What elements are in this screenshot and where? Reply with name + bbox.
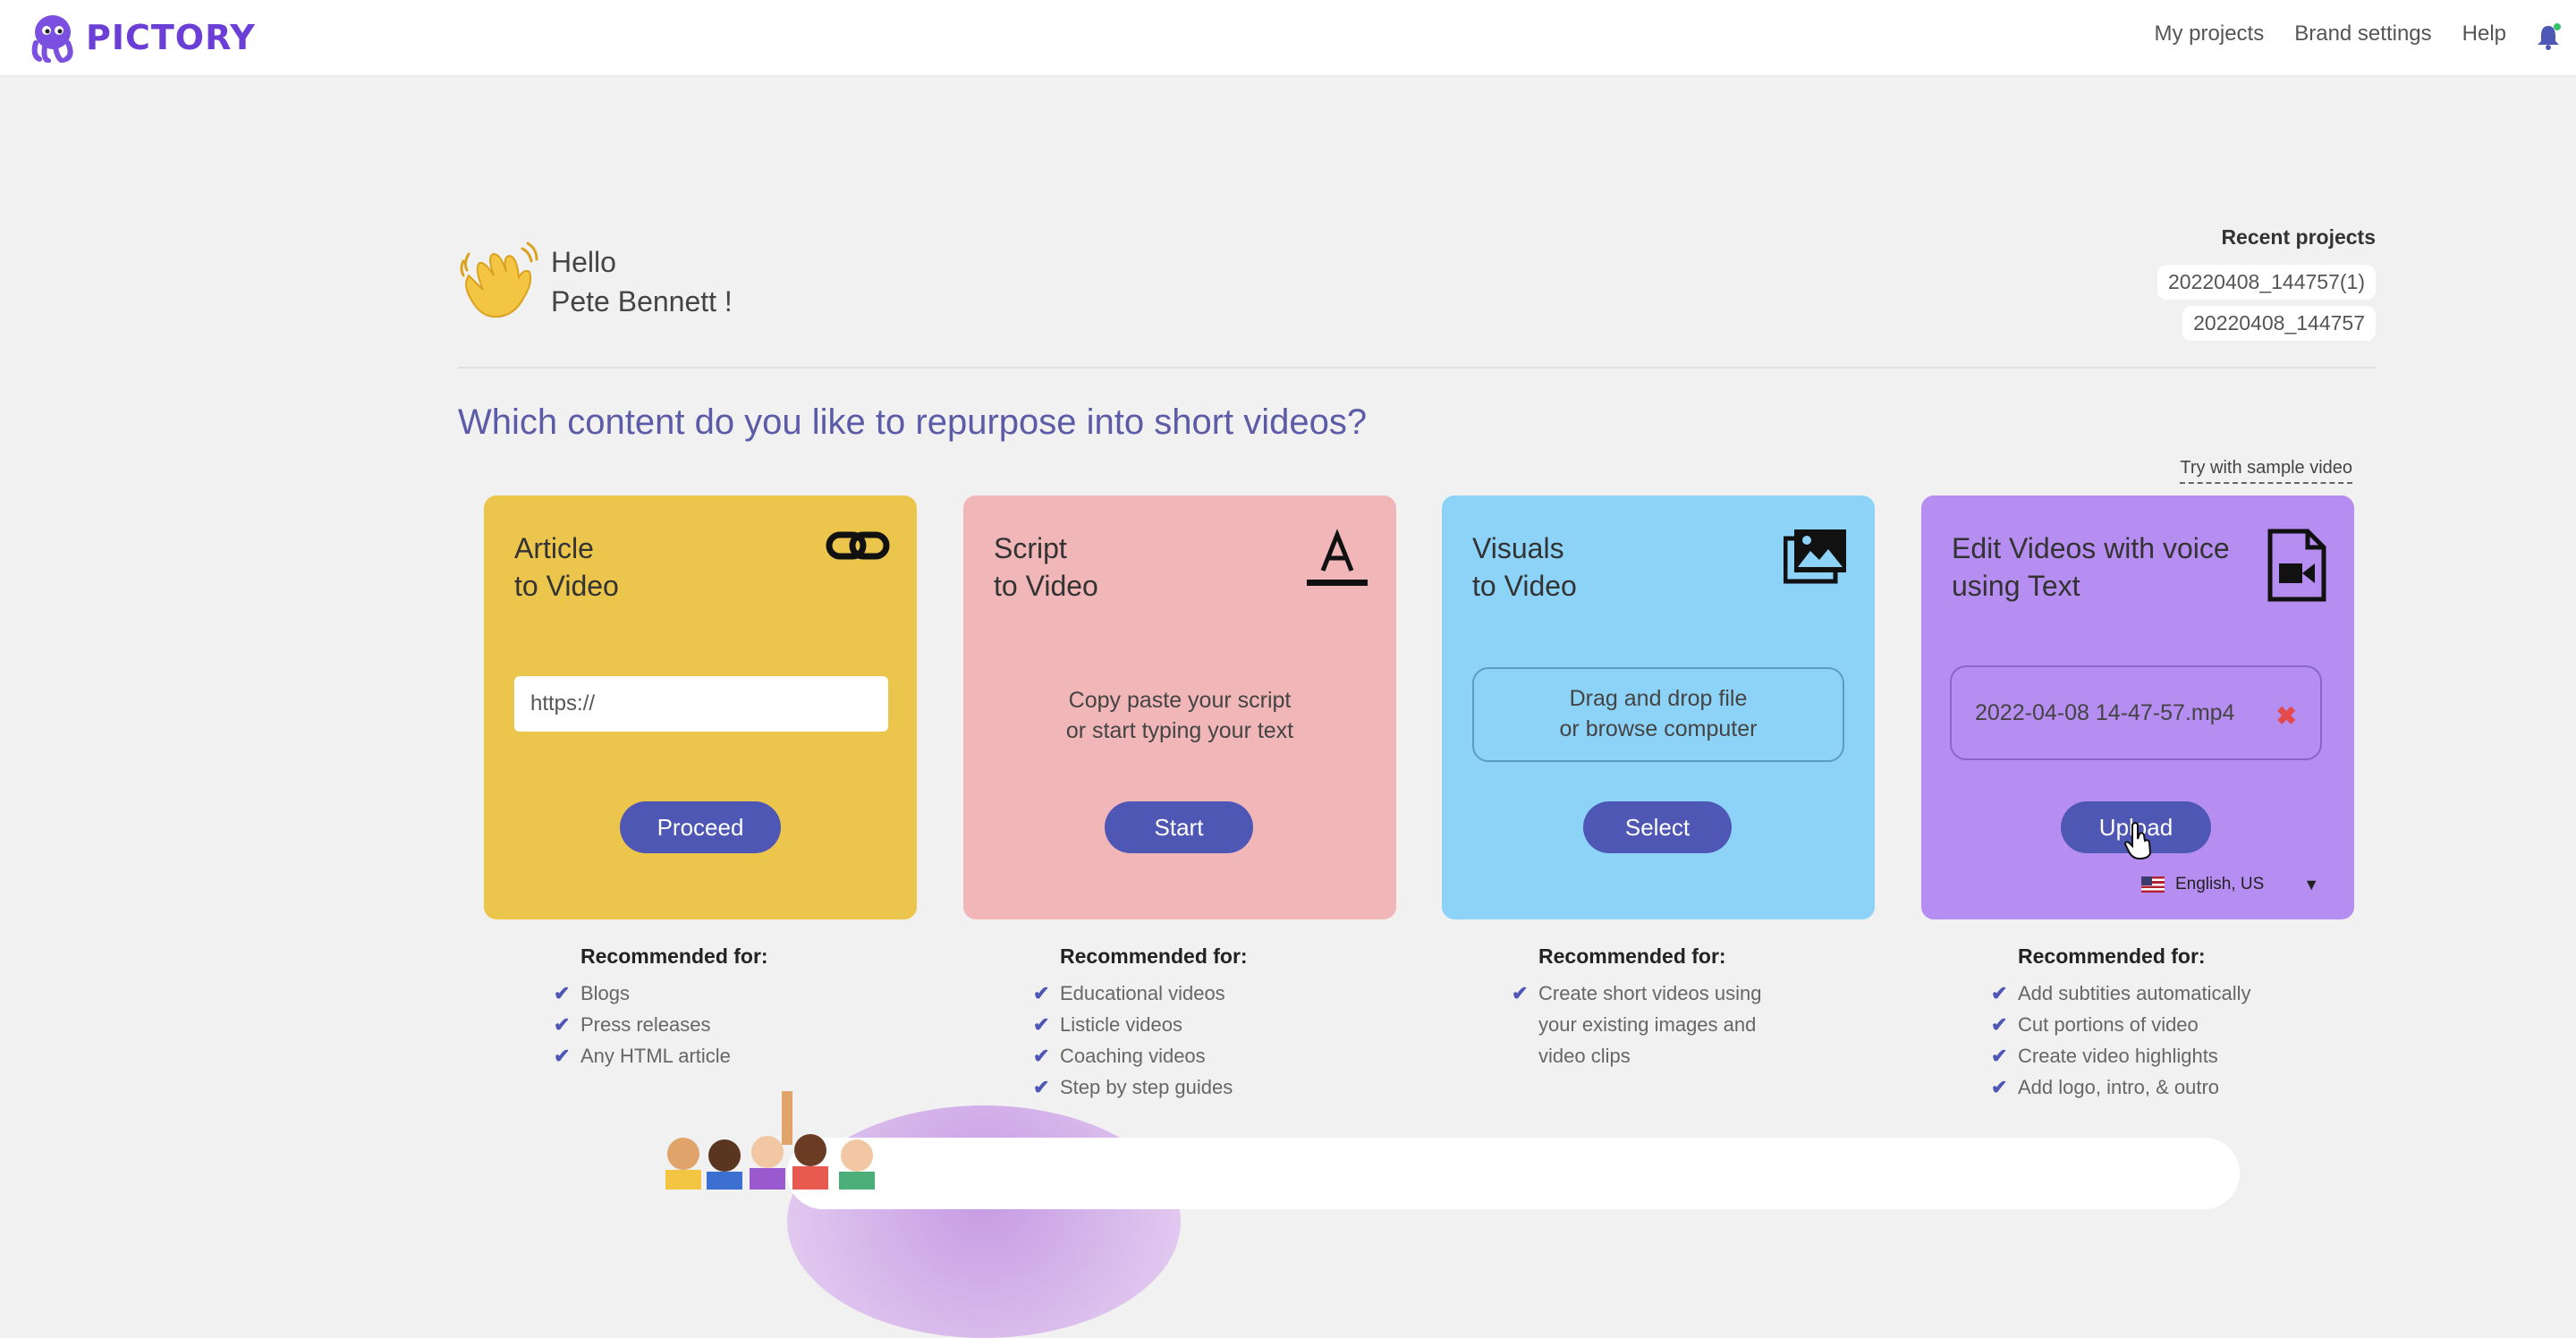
pictory-logo[interactable]: PICTORY xyxy=(29,11,256,64)
dropzone-text-line1: Drag and drop file xyxy=(1569,686,1748,711)
try-sample-video-link[interactable]: Try with sample video xyxy=(2180,458,2352,484)
recommended-title: Recommended for: xyxy=(2018,944,2206,968)
recommended-title: Recommended for: xyxy=(1538,944,1726,968)
list-item: ✔ Educational videos xyxy=(1033,978,1396,1009)
uploaded-file-box: 2022-04-08 14-47-57.mp4 ✖ xyxy=(1950,665,2322,760)
us-flag-icon xyxy=(2141,876,2165,893)
list-item: ✔ Coaching videos xyxy=(1033,1040,1396,1071)
uploaded-file-name: 2022-04-08 14-47-57.mp4 xyxy=(1975,699,2235,725)
check-icon: ✔ xyxy=(554,982,571,1004)
recommended-list-script: Recommended for: ✔ Educational videos ✔ Li… xyxy=(963,944,1396,1103)
visuals-to-video-card: Visuals to Video Drag and drop file or b… xyxy=(1442,495,1875,919)
list-item: your existing images and xyxy=(1538,1013,1757,1036)
check-icon: ✔ xyxy=(1991,982,2008,1004)
proceed-button[interactable]: Proceed xyxy=(620,801,781,853)
check-icon: ✔ xyxy=(1512,982,1529,1004)
start-button[interactable]: Start xyxy=(1105,801,1253,853)
recommended-list-article: Recommended for: ✔ Blogs ✔ Press releases … xyxy=(484,944,917,1071)
recommended-title: Recommended for: xyxy=(580,944,768,968)
language-label: English, US xyxy=(2175,875,2265,893)
list-item: ✔ Cut portions of video xyxy=(1991,1009,2354,1040)
check-icon: ✔ xyxy=(1991,1045,2008,1067)
top-nav: My projects Brand settings Help xyxy=(2155,21,2506,47)
card-title-line2: to Video xyxy=(994,570,1098,602)
video-file-icon xyxy=(2267,529,2326,602)
list-item: ✔ Add logo, intro, & outro xyxy=(1991,1071,2354,1103)
nav-my-projects[interactable]: My projects xyxy=(2155,21,2265,47)
language-selector[interactable]: English, US ▼ xyxy=(2141,875,2319,894)
check-icon: ✔ xyxy=(554,1045,571,1067)
top-bar: PICTORY My projects Brand settings Help xyxy=(0,0,2576,77)
script-instructions-line1: Copy paste your script xyxy=(1068,688,1292,713)
card-title-line2: to Video xyxy=(514,570,619,602)
check-icon: ✔ xyxy=(1033,1076,1050,1098)
card-title-line1: Script xyxy=(994,532,1067,564)
check-icon: ✔ xyxy=(1033,982,1050,1004)
dropzone-text-line2: or browse computer xyxy=(1559,716,1758,741)
link-icon xyxy=(826,531,890,560)
remove-file-icon[interactable]: ✖ xyxy=(2276,701,2297,731)
people-illustration xyxy=(665,1091,875,1190)
article-to-video-card: Article to Video Proceed xyxy=(484,495,917,919)
script-instructions-line2: or start typing your text xyxy=(1065,718,1294,743)
recent-project-item[interactable]: 20220408_144757 xyxy=(2182,306,2376,341)
greeting-user-name: Pete Bennett ! xyxy=(551,285,733,318)
divider xyxy=(458,367,2376,368)
recommended-list-edit: Recommended for: ✔ Add subtities automati… xyxy=(1921,944,2354,1103)
greeting-hello: Hello xyxy=(551,246,616,278)
logo-text: PICTORY xyxy=(86,18,256,57)
nav-help[interactable]: Help xyxy=(2462,21,2506,47)
card-title-line2: using Text xyxy=(1952,570,2080,602)
recent-project-item[interactable]: 20220408_144757(1) xyxy=(2157,265,2376,300)
greeting: Hello Pete Bennett ! xyxy=(456,241,733,322)
list-item: ✔ Press releases xyxy=(554,1009,917,1040)
waving-hand-icon xyxy=(460,241,538,318)
check-icon: ✔ xyxy=(1991,1076,2008,1098)
card-title-line1: Visuals xyxy=(1472,532,1564,564)
recent-projects-title: Recent projects xyxy=(2221,225,2376,249)
check-icon: ✔ xyxy=(554,1013,571,1036)
list-item: ✔ Any HTML article xyxy=(554,1040,917,1071)
check-icon: ✔ xyxy=(1991,1013,2008,1036)
card-title-line1: Article xyxy=(514,532,594,564)
bottom-panel xyxy=(787,1138,2240,1209)
recommended-title: Recommended for: xyxy=(1060,944,1248,968)
check-icon: ✔ xyxy=(1033,1013,1050,1036)
list-item: ✔ Step by step guides xyxy=(1033,1071,1396,1103)
edit-videos-card: Edit Videos with voice using Text 2022-0… xyxy=(1921,495,2354,919)
images-icon xyxy=(1784,529,1846,584)
page-question: Which content do you like to repurpose i… xyxy=(458,402,1368,442)
check-icon: ✔ xyxy=(1033,1045,1050,1067)
dropzone-text: Drag and drop file or browse computer xyxy=(1442,683,1875,744)
text-format-icon xyxy=(1307,529,1368,586)
hand-cursor-icon xyxy=(2123,822,2152,860)
list-item: ✔ Create video highlights xyxy=(1991,1040,2354,1071)
notification-bell-icon[interactable] xyxy=(2533,21,2563,52)
script-to-video-card: Script to Video Copy paste your script o… xyxy=(963,495,1396,919)
select-button[interactable]: Select xyxy=(1583,801,1732,853)
octopus-logo-icon xyxy=(31,15,73,63)
list-item: ✔ Listicle videos xyxy=(1033,1009,1396,1040)
caret-down-icon: ▼ xyxy=(2303,875,2320,893)
article-url-input[interactable] xyxy=(514,676,888,732)
recommended-list-visuals: Recommended for: ✔ Create short videos us… xyxy=(1442,944,1875,1071)
list-item: video clips xyxy=(1538,1045,1631,1067)
script-instructions[interactable]: Copy paste your script or start typing y… xyxy=(963,685,1396,746)
card-title-line2: to Video xyxy=(1472,570,1577,602)
card-title-line1: Edit Videos with voice xyxy=(1952,532,2230,564)
nav-brand-settings[interactable]: Brand settings xyxy=(2294,21,2431,47)
list-item: ✔ Create short videos using xyxy=(1512,978,1875,1009)
list-item: ✔ Add subtities automatically xyxy=(1991,978,2354,1009)
list-item: ✔ Blogs xyxy=(554,978,917,1009)
